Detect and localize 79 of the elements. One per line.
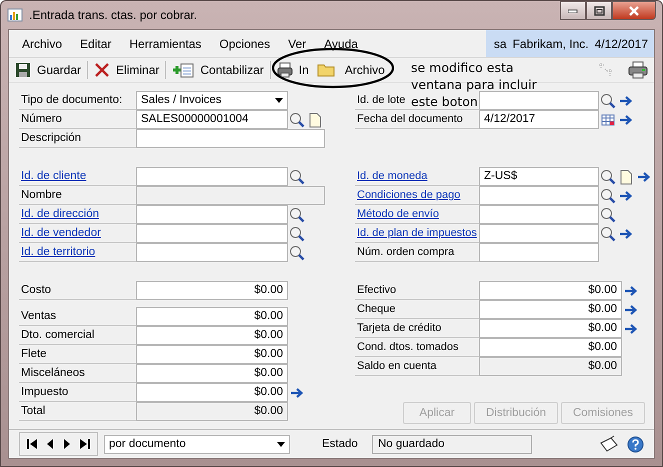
menu-item[interactable]: Ver (279, 36, 316, 50)
amount-field[interactable]: $0.00 (479, 338, 622, 357)
post-icon (172, 62, 194, 78)
session-date: 4/12/2017 (594, 36, 648, 50)
input-field[interactable] (136, 167, 288, 186)
first-record-icon[interactable] (26, 438, 38, 450)
help-icon[interactable] (627, 436, 644, 452)
search-icon[interactable] (600, 206, 616, 222)
search-icon[interactable] (289, 226, 305, 242)
printer-icon (276, 62, 293, 78)
window-title: .Entrada trans. ctas. por cobrar. (29, 8, 198, 22)
printer-icon[interactable] (628, 61, 648, 79)
input-field[interactable] (479, 186, 599, 205)
minimize-button[interactable] (560, 1, 586, 20)
minimize-icon (568, 8, 578, 12)
search-icon[interactable] (289, 206, 305, 222)
input-field[interactable]: 4/12/2017 (479, 110, 599, 129)
readonly-field: $0.00 (479, 357, 622, 376)
search-icon[interactable] (600, 92, 616, 108)
status-label: Estado (322, 438, 359, 450)
menu-item[interactable]: Opciones (210, 36, 280, 50)
amount-field[interactable]: $0.00 (136, 326, 288, 345)
input-field[interactable] (136, 129, 325, 148)
amount-field[interactable]: $0.00 (136, 383, 288, 402)
browse-dropdown[interactable]: por documento (104, 434, 290, 454)
caret-icon (275, 98, 283, 103)
archive-button[interactable]: Archivo (312, 59, 389, 81)
next-record-icon[interactable] (62, 438, 72, 450)
calendar-icon[interactable] (600, 112, 616, 128)
input-field[interactable] (479, 224, 599, 243)
input-field[interactable]: Z-US$ (479, 167, 599, 186)
grid-icon (598, 62, 614, 78)
amount-field[interactable]: $0.00 (479, 300, 622, 319)
search-icon[interactable] (289, 244, 305, 260)
caret-icon (277, 442, 285, 446)
print-button[interactable]: In (272, 59, 313, 81)
menu-item[interactable]: Ayuda (315, 36, 367, 50)
input-field[interactable] (479, 91, 599, 110)
amount-field[interactable]: $0.00 (479, 319, 622, 338)
status-field: No guardado (372, 434, 532, 454)
post-button[interactable]: Contabilizar (168, 59, 268, 81)
amount-field[interactable]: $0.00 (479, 281, 622, 300)
maximize-button[interactable] (586, 1, 612, 20)
close-icon (628, 6, 640, 16)
search-icon[interactable] (600, 188, 616, 204)
search-icon[interactable] (600, 226, 616, 242)
search-icon[interactable] (289, 112, 305, 128)
floppy-icon (15, 62, 31, 78)
menu-item[interactable]: Archivo (13, 36, 72, 50)
amount-field[interactable]: $0.00 (136, 307, 288, 326)
save-button[interactable]: Guardar (11, 59, 86, 81)
previous-record-icon[interactable] (45, 438, 55, 450)
close-button[interactable] (612, 1, 656, 20)
delete-button[interactable]: Eliminar (90, 59, 164, 81)
search-icon[interactable] (289, 168, 305, 184)
document-icon[interactable] (618, 168, 634, 184)
readonly-field: $0.00 (136, 402, 288, 421)
last-record-icon[interactable] (79, 438, 91, 450)
dropdown-field[interactable]: Sales / Invoices (136, 91, 288, 110)
input-field[interactable] (479, 243, 599, 262)
restore-icon (594, 6, 604, 16)
amount-field[interactable]: $0.00 (136, 345, 288, 364)
menu-item[interactable]: Herramientas (120, 36, 210, 50)
close-icon (94, 62, 110, 78)
folder-icon (316, 63, 335, 77)
search-icon[interactable] (600, 168, 616, 184)
amount-field[interactable]: $0.00 (136, 281, 288, 300)
user-name: sa (494, 36, 507, 50)
note-icon[interactable] (599, 435, 619, 453)
input-field[interactable] (479, 205, 599, 224)
amount-field[interactable]: $0.00 (136, 364, 288, 383)
input-field[interactable]: SALES00000001004 (136, 110, 288, 129)
annotation-text: se modifico esta ventana para incluir este boton (411, 59, 537, 110)
company-name: Fabrikam, Inc. (512, 36, 589, 50)
menu-item[interactable]: Editar (71, 36, 120, 50)
chart-icon (7, 7, 23, 23)
input-field[interactable] (136, 205, 288, 224)
input-field[interactable] (136, 243, 288, 262)
input-field[interactable] (136, 224, 288, 243)
